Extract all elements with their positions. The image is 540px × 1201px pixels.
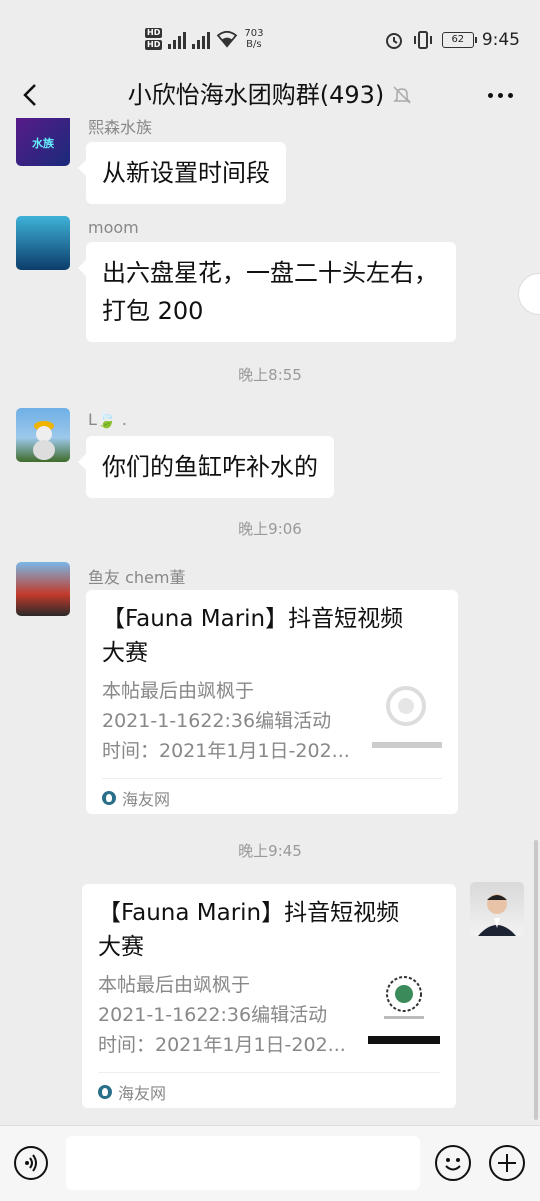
battery-icon: 62 — [441, 32, 477, 48]
hd-icon: HD HD — [145, 28, 163, 50]
vibrate-icon — [413, 31, 432, 49]
status-right: 62 9:45 — [384, 28, 520, 52]
card-thumbnail — [372, 680, 444, 752]
svg-text:水族: 水族 — [32, 136, 55, 150]
status-left: HD HD 703 B/s — [145, 24, 263, 54]
avatar[interactable] — [16, 408, 70, 462]
chat-area[interactable]: 水族 熙森水族 从新设置时间段 moom 出六盘星花，一盘二十头左右， 打包 2… — [0, 118, 540, 1125]
network-speed: 703 B/s — [244, 28, 264, 50]
status-bar: HD HD 703 B/s 62 9:45 — [0, 0, 540, 80]
message-bubble[interactable]: 你们的鱼缸咋补水的 — [78, 436, 334, 498]
message-bubble[interactable]: 从新设置时间段 — [78, 142, 286, 204]
avatar[interactable] — [16, 562, 70, 616]
card-title: 【Fauna Marin】抖音短视频 大赛 — [102, 606, 404, 666]
message-input[interactable] — [66, 1136, 420, 1190]
card-source: 海友网 — [102, 786, 170, 810]
timestamp: 晚上9:45 — [238, 842, 302, 860]
chat-title[interactable]: 小欣怡海水团购群(493) — [128, 78, 385, 112]
sender-name: 熙森水族 — [88, 118, 153, 137]
avatar[interactable] — [470, 882, 524, 936]
signal-icon — [168, 29, 187, 49]
sender-name: 鱼友 chem董 — [88, 568, 186, 587]
card-description: 本帖最后由飒枫于 2021-1-1622:36编辑活动 时间：2021年1月1日… — [98, 974, 346, 1056]
card-title: 【Fauna Marin】抖音短视频 大赛 — [98, 900, 400, 960]
plus-icon[interactable] — [489, 1145, 525, 1181]
sender-name: L🍃 . — [88, 410, 128, 429]
link-card[interactable]: 【Fauna Marin】抖音短视频 大赛 本帖最后由飒枫于 2021-1-16… — [86, 590, 458, 814]
scrollbar[interactable] — [534, 840, 538, 1120]
sender-name: moom — [88, 218, 139, 237]
bell-off-icon — [393, 86, 412, 104]
avatar[interactable] — [16, 216, 70, 270]
message-bubble[interactable]: 出六盘星花，一盘二十头左右， 打包 200 — [78, 242, 456, 342]
link-card[interactable]: 【Fauna Marin】抖音短视频 大赛 本帖最后由飒枫于 2021-1-16… — [82, 884, 456, 1108]
signal-icon-2 — [192, 29, 211, 49]
voice-icon[interactable] — [14, 1146, 48, 1180]
clock: 9:45 — [481, 30, 520, 50]
wifi-icon — [217, 30, 238, 48]
timestamp: 晚上8:55 — [238, 366, 302, 384]
input-bar — [0, 1125, 540, 1201]
alarm-icon — [385, 33, 402, 49]
source-logo-icon — [98, 1085, 112, 1099]
timestamp: 晚上9:06 — [238, 520, 302, 538]
card-thumbnail — [368, 972, 440, 1044]
card-description: 本帖最后由飒枫于 2021-1-1622:36编辑活动 时间：2021年1月1日… — [102, 680, 350, 762]
more-icon[interactable] — [488, 82, 518, 108]
card-source: 海友网 — [98, 1080, 166, 1104]
title-bar: 小欣怡海水团购群(493) — [0, 72, 540, 118]
emoji-icon[interactable] — [435, 1145, 471, 1181]
side-handle[interactable] — [518, 273, 540, 315]
avatar[interactable]: 水族 — [16, 118, 70, 166]
source-logo-icon — [102, 791, 116, 805]
